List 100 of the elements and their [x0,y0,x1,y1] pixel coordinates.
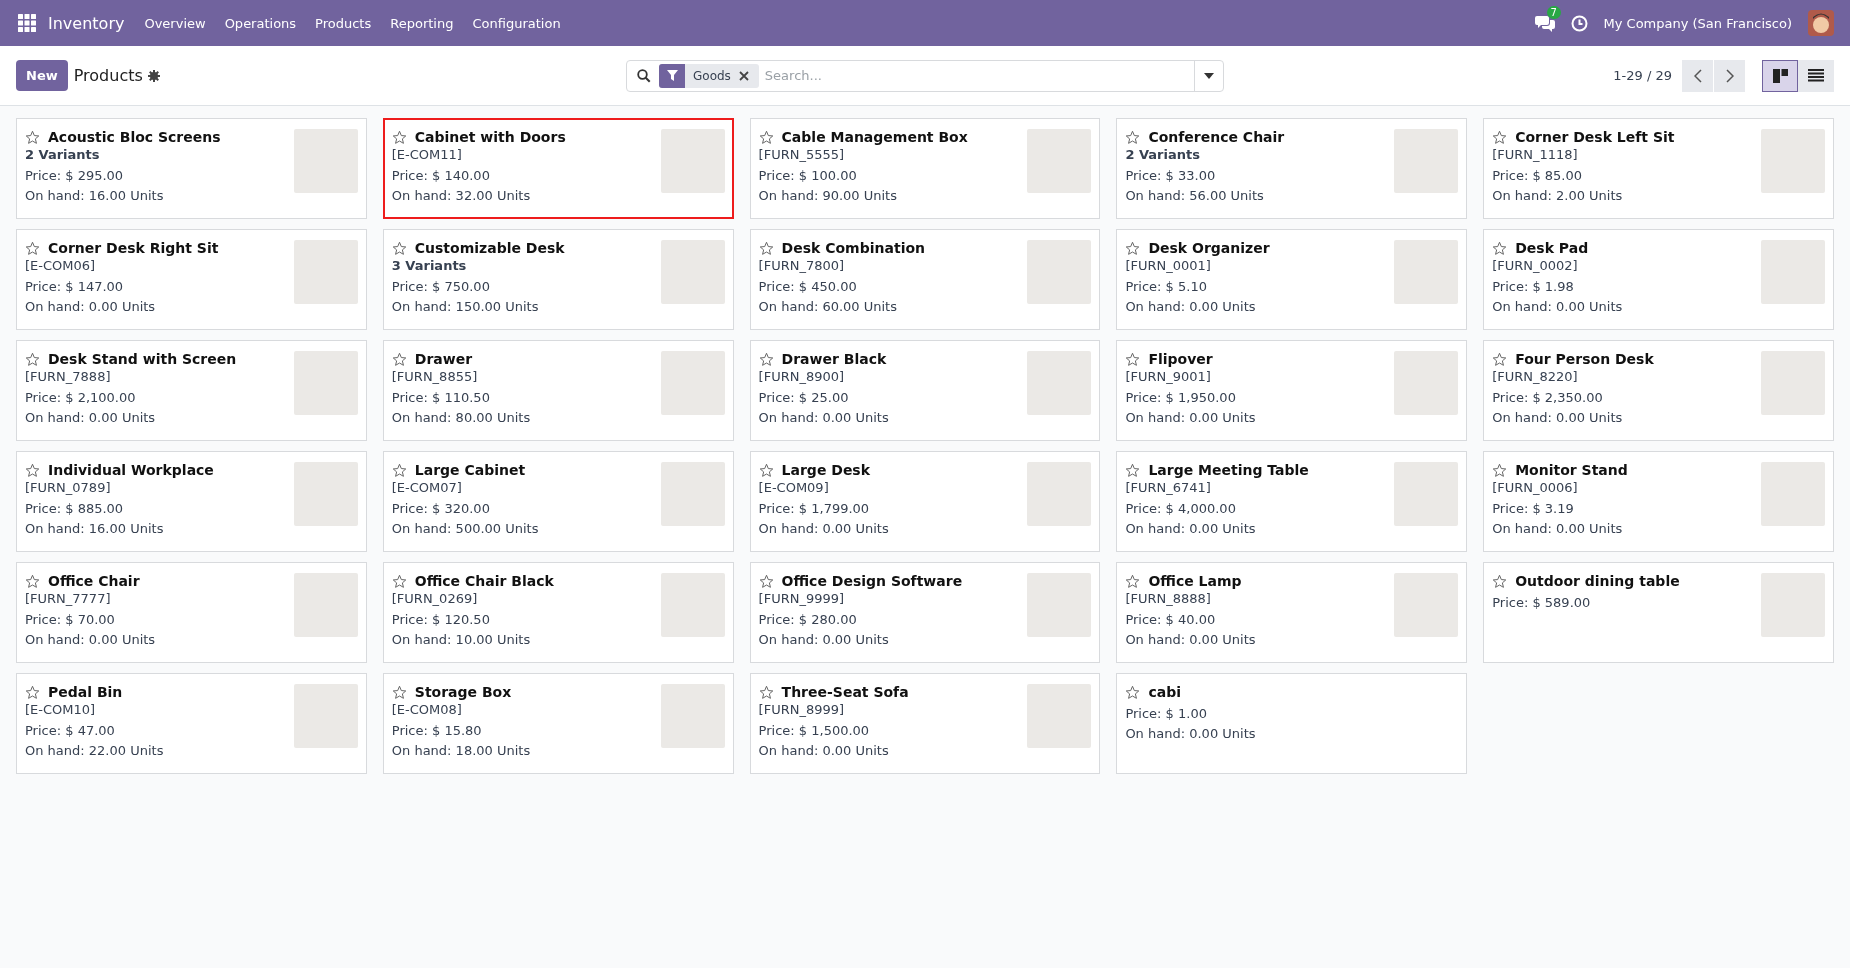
product-price: Price: $ 3.19 [1492,501,1575,516]
kanban-view-button[interactable] [1762,59,1798,92]
star-icon[interactable] [1125,684,1141,700]
product-card[interactable]: Desk Combination [FURN_7800] Price: $ 450.00 On hand: 60.00 Units [749,229,1101,330]
product-card[interactable]: Corner Desk Right Sit [E-COM06] Price: $ 147.00 On hand: 0.00 Units [16,229,367,330]
product-name: Desk Organizer [1148,240,1270,256]
star-icon[interactable] [391,462,407,478]
close-icon[interactable] [738,70,749,81]
photo-placeholder [660,240,725,304]
menu-item[interactable]: Reporting [390,15,454,31]
product-card[interactable]: Large Desk [E-COM09] Price: $ 1,799.00 On hand: 0.00 Units [749,451,1101,552]
product-card[interactable]: Corner Desk Left Sit [FURN_1118] Price: $ 85.00 On hand: 2.00 Units [1483,118,1834,219]
product-card[interactable]: Desk Stand with Screen [FURN_7888] Price: $ 2,100.00 On hand: 0.00 Units [16,340,367,441]
photo-placeholder [1027,240,1092,304]
star-icon[interactable] [391,129,407,145]
product-card[interactable]: Desk Organizer [FURN_0001] Price: $ 5.10 On hand: 0.00 Units [1116,229,1468,330]
star-icon[interactable] [25,573,40,589]
product-card[interactable]: Desk Pad [FURN_0002] Price: $ 1.98 On hand: 0.00 Units [1483,229,1834,330]
star-icon[interactable] [1125,129,1141,145]
product-reference: [E-COM11] [391,147,463,162]
star-icon[interactable] [25,684,40,700]
star-icon[interactable] [25,351,40,367]
search-bar[interactable]: Goods Search... [626,59,1224,92]
product-reference: [FURN_1118] [1492,147,1579,162]
star-icon[interactable] [758,573,774,589]
search-icon [637,68,651,83]
product-card[interactable]: Office Chair [FURN_7777] Price: $ 70.00 On hand: 0.00 Units [16,562,367,663]
on-hand-quantity: On hand: 10.00 Units [391,632,532,647]
previous-button[interactable] [1682,59,1714,92]
on-hand-quantity: On hand: 18.00 Units [391,743,531,758]
product-card[interactable]: Conference Chair 2 Variants Price: $ 33.00 On hand: 56.00 Units [1116,118,1468,219]
product-card[interactable]: Flipover [FURN_9001] Price: $ 1,950.00 On hand: 0.00 Units [1116,340,1468,441]
next-button[interactable] [1714,59,1746,92]
star-icon[interactable] [758,129,774,145]
product-card[interactable]: Office Chair Black [FURN_0269] Price: $ 120.50 On hand: 10.00 Units [382,562,734,663]
product-card[interactable]: Office Lamp [FURN_8888] Price: $ 40.00 On hand: 0.00 Units [1116,562,1468,663]
menu-item[interactable]: Overview [144,15,206,31]
star-icon[interactable] [391,240,407,256]
page-title: Products [73,66,143,85]
star-icon[interactable] [25,240,40,256]
star-icon[interactable] [1492,240,1508,256]
chevron-right-icon [1725,68,1734,83]
menu-item[interactable]: Operations [224,15,297,31]
star-icon[interactable] [758,240,774,256]
product-card[interactable]: Storage Box [E-COM08] Price: $ 15.80 On hand: 18.00 Units [382,673,734,774]
apps-grid-icon[interactable] [18,14,36,32]
on-hand-quantity: On hand: 90.00 Units [758,188,898,203]
product-card[interactable]: Drawer Black [FURN_8900] Price: $ 25.00 On hand: 0.00 Units [749,340,1101,441]
menu-item[interactable]: Configuration [472,15,561,31]
settings-icon[interactable] [147,69,160,82]
product-card[interactable]: Cable Management Box [FURN_5555] Price: $ 100.00 On hand: 90.00 Units [749,118,1101,219]
on-hand-quantity: On hand: 80.00 Units [391,410,531,425]
product-card[interactable]: Customizable Desk 3 Variants Price: $ 750.00 On hand: 150.00 Units [382,229,734,330]
product-card[interactable]: Cabinet with Doors [E-COM11] Price: $ 140.00 On hand: 32.00 Units [382,118,734,219]
product-price: Price: $ 885.00 [25,501,125,516]
chat-icon[interactable] [1534,14,1555,32]
avatar-icon[interactable] [1808,10,1834,36]
product-name: Office Chair [48,573,140,589]
star-icon[interactable] [25,129,40,145]
product-name: Acoustic Bloc Screens [48,129,221,145]
product-card[interactable]: Acoustic Bloc Screens 2 Variants Price: $ 295.00 On hand: 16.00 Units [16,118,367,219]
star-icon[interactable] [1125,462,1141,478]
app-name[interactable]: Inventory [48,13,125,33]
product-card[interactable]: Three-Seat Sofa [FURN_8999] Price: $ 1,500.00 On hand: 0.00 Units [749,673,1101,774]
company-switcher[interactable]: My Company (San Francisco) [1603,15,1792,31]
star-icon[interactable] [1125,573,1141,589]
star-icon[interactable] [391,573,407,589]
star-icon[interactable] [25,462,40,478]
star-icon[interactable] [391,351,407,367]
caret-icon[interactable] [1204,72,1214,79]
product-name: Four Person Desk [1515,351,1654,367]
product-card[interactable]: Monitor Stand [FURN_0006] Price: $ 3.19 On hand: 0.00 Units [1483,451,1834,552]
star-icon[interactable] [1492,462,1508,478]
product-reference: [FURN_7888] [25,369,112,384]
star-icon[interactable] [1492,573,1508,589]
product-price: Price: $ 1,500.00 [758,723,871,738]
product-card[interactable]: cabi Price: $ 1.00 On hand: 0.00 Units [1116,673,1468,774]
star-icon[interactable] [1492,351,1508,367]
product-card[interactable]: Office Design Software [FURN_9999] Price: $ 280.00 On hand: 0.00 Units [749,562,1101,663]
product-card[interactable]: Individual Workplace [FURN_0789] Price: $ 885.00 On hand: 16.00 Units [16,451,367,552]
product-card[interactable]: Large Cabinet [E-COM07] Price: $ 320.00 On hand: 500.00 Units [382,451,734,552]
list-view-button[interactable] [1798,59,1834,92]
product-reference: [FURN_8855] [391,369,479,384]
product-name: Desk Pad [1515,240,1589,256]
star-icon[interactable] [391,684,407,700]
product-price: Price: $ 2,100.00 [25,390,137,405]
star-icon[interactable] [758,351,774,367]
star-icon[interactable] [1125,240,1141,256]
new-button[interactable]: New [16,60,68,91]
clock-icon[interactable] [1570,14,1588,32]
star-icon[interactable] [1125,351,1141,367]
star-icon[interactable] [758,684,774,700]
menu-item[interactable]: Products [315,15,372,31]
star-icon[interactable] [1492,129,1508,145]
product-card[interactable]: Drawer [FURN_8855] Price: $ 110.50 On hand: 80.00 Units [382,340,734,441]
product-card[interactable]: Four Person Desk [FURN_8220] Price: $ 2,350.00 On hand: 0.00 Units [1483,340,1834,441]
product-card[interactable]: Outdoor dining table Price: $ 589.00 [1483,562,1834,663]
star-icon[interactable] [758,462,774,478]
product-card[interactable]: Pedal Bin [E-COM10] Price: $ 47.00 On hand: 22.00 Units [16,673,367,774]
product-card[interactable]: Large Meeting Table [FURN_6741] Price: $ 4,000.00 On hand: 0.00 Units [1116,451,1468,552]
